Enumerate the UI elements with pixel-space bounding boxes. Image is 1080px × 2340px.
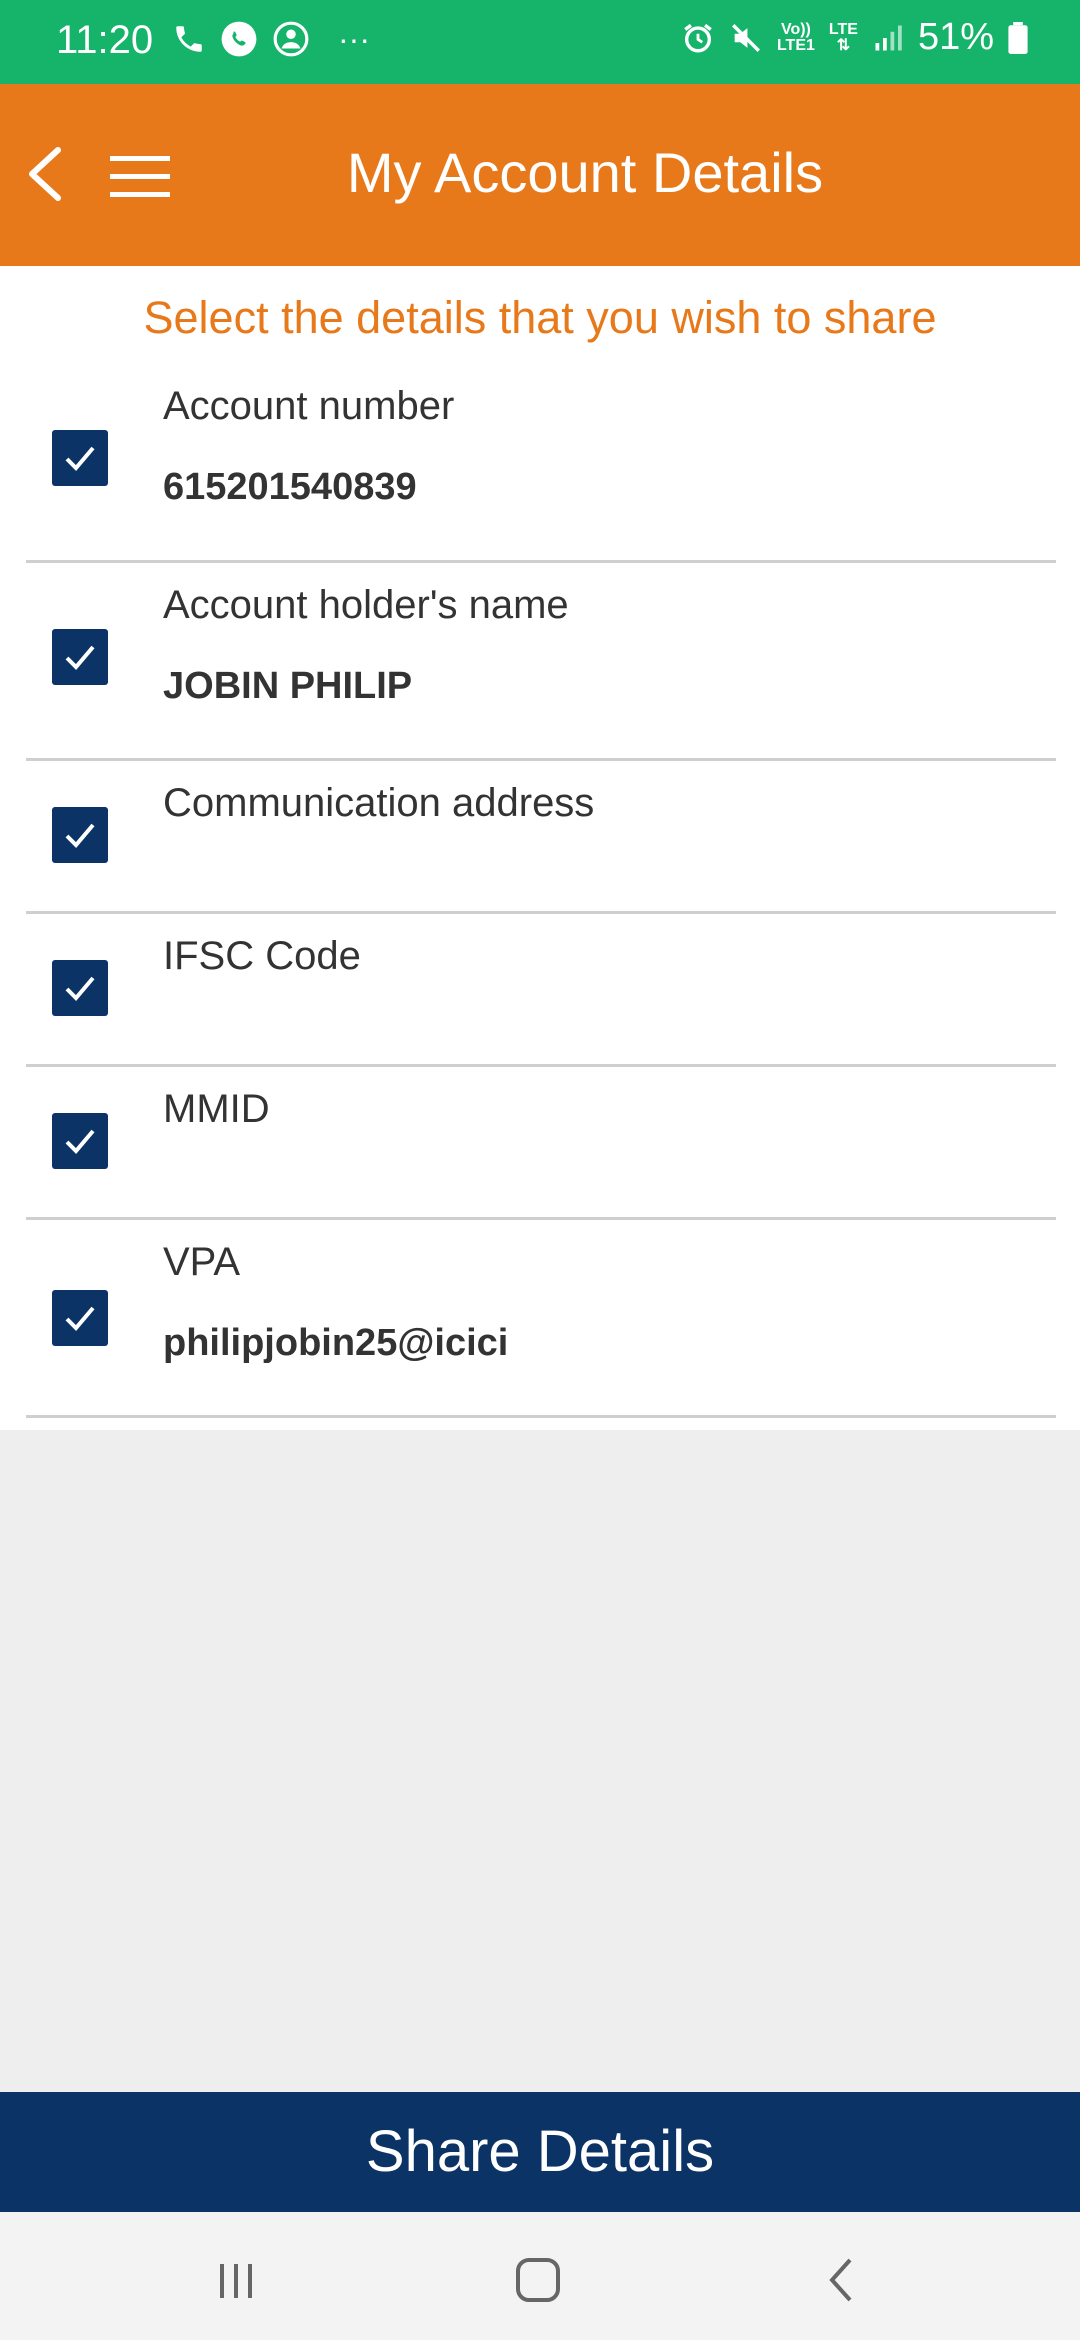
volte-icon: Vo)) LTE1: [776, 20, 815, 54]
detail-label: Account holder's name: [163, 583, 569, 627]
checkmark-icon: [65, 1306, 95, 1331]
battery-percent: 51%: [917, 16, 994, 58]
battery-icon: [1008, 21, 1028, 54]
more-notifications-icon: ···: [338, 20, 370, 57]
share-details-panel: Select the details that you wish to shar…: [0, 266, 1080, 1430]
checkbox-vpa[interactable]: [52, 1290, 108, 1346]
whatsapp-icon: [221, 21, 257, 57]
page-title: My Account Details: [346, 141, 824, 204]
detail-value: philipjobin25@icici: [163, 1322, 509, 1364]
home-icon[interactable]: [508, 2250, 568, 2310]
detail-row-account-holder-name[interactable]: Account holder's name JOBIN PHILIP: [26, 563, 1056, 761]
checkmark-icon: [65, 976, 95, 1001]
checkmark-icon: [65, 823, 95, 848]
system-nav-bar: [0, 2212, 1080, 2340]
detail-value: 615201540839: [163, 466, 417, 508]
checkmark-icon: [65, 645, 95, 670]
checkbox-account-number[interactable]: [52, 430, 108, 486]
detail-row-vpa[interactable]: VPA philipjobin25@icici: [26, 1220, 1056, 1418]
status-bar: 11:20 ··· Vo)) LTE1 LTE ⇅ 51%: [0, 0, 1080, 84]
detail-row-communication-address[interactable]: Communication address: [26, 761, 1056, 914]
detail-value: JOBIN PHILIP: [163, 665, 413, 707]
detail-label: MMID: [163, 1087, 270, 1131]
signal-icon: [875, 25, 902, 50]
checkbox-communication-address[interactable]: [52, 807, 108, 863]
mute-icon: [732, 23, 760, 52]
lte-icon: LTE ⇅: [828, 20, 858, 54]
detail-label: Communication address: [163, 781, 595, 825]
share-prompt: Select the details that you wish to shar…: [143, 292, 937, 343]
detail-label: Account number: [163, 384, 455, 428]
detail-row-ifsc-code[interactable]: IFSC Code: [26, 914, 1056, 1067]
checkmark-icon: [65, 446, 95, 471]
app-bar: My Account Details: [0, 84, 1080, 266]
globe-person-icon: [273, 21, 309, 57]
detail-label: IFSC Code: [163, 934, 361, 978]
status-time: 11:20: [56, 18, 154, 62]
phone-icon: [176, 26, 202, 52]
detail-label: VPA: [163, 1240, 241, 1284]
status-right-icons: Vo)) LTE1 LTE ⇅ 51%: [681, 16, 1028, 59]
recent-apps-icon[interactable]: [206, 2250, 266, 2310]
detail-row-account-number[interactable]: Account number 615201540839: [26, 364, 1056, 563]
checkmark-icon: [65, 1129, 95, 1154]
checkbox-mmid[interactable]: [52, 1113, 108, 1169]
details-list: Account number 615201540839 Account hold…: [26, 364, 1056, 1418]
checkbox-ifsc-code[interactable]: [52, 960, 108, 1016]
back-icon[interactable]: [812, 2250, 872, 2310]
detail-row-mmid[interactable]: MMID: [26, 1067, 1056, 1220]
share-details-button[interactable]: Share Details: [0, 2092, 1080, 2212]
alarm-icon: [684, 23, 712, 52]
checkbox-account-holder-name[interactable]: [52, 629, 108, 685]
status-left-icons: ···: [172, 20, 370, 58]
